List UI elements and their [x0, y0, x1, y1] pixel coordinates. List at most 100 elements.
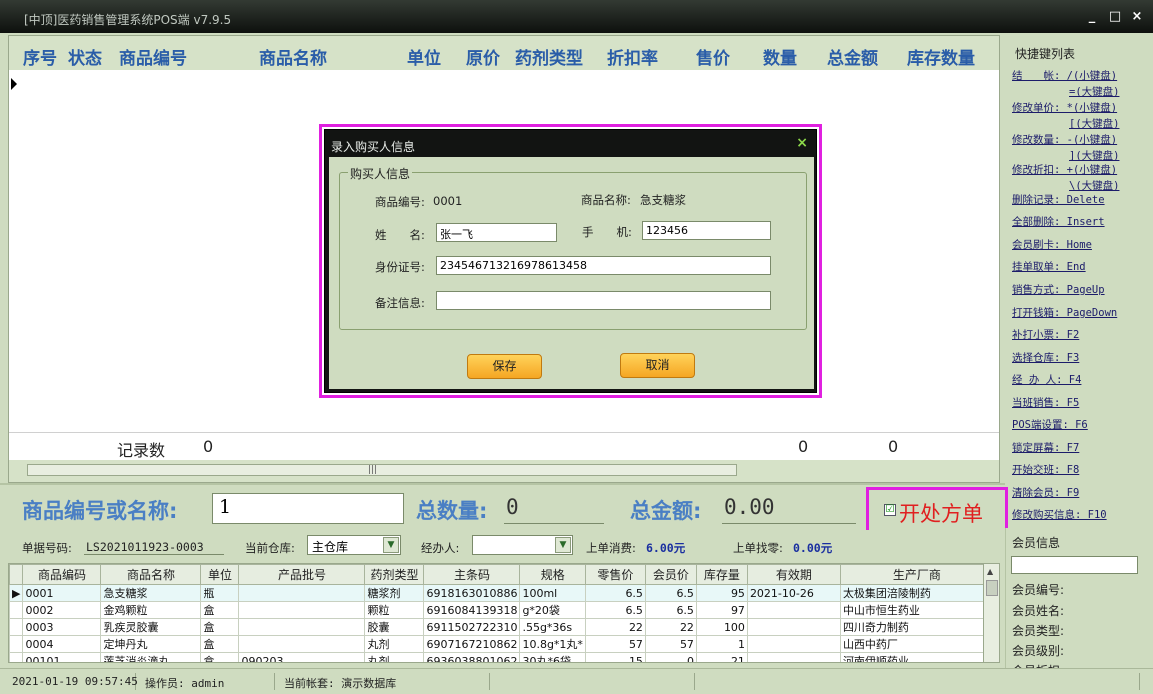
last-change-label: 上单找零:	[733, 541, 783, 555]
cell-name: 急支糖浆	[100, 584, 202, 602]
scroll-up-icon[interactable]: ▲	[987, 567, 993, 576]
table-header-cell[interactable]: 会员价	[644, 564, 697, 585]
col-stock[interactable]: 库存数量	[907, 44, 975, 69]
cell-stock: 21	[695, 652, 748, 662]
product-name-value: 急支糖浆	[640, 193, 686, 207]
buyer-name-input[interactable]: 张一飞	[436, 223, 557, 242]
col-qty[interactable]: 数量	[763, 44, 797, 69]
shortcut-handler[interactable]: 经 办 人: F4	[1012, 372, 1081, 387]
horizontal-scrollbar[interactable]: |||	[9, 460, 999, 482]
shortcut-edit-qty-alt[interactable]: ](大键盘)	[1069, 148, 1119, 163]
col-dose-type[interactable]: 药剂类型	[515, 44, 583, 69]
shortcut-delete-all[interactable]: 全部删除: Insert	[1012, 214, 1105, 229]
col-seq[interactable]: 序号	[23, 44, 57, 69]
status-empty-2	[700, 673, 1140, 690]
checkbox-checked-icon[interactable]: ☑	[884, 504, 896, 516]
scroll-grip-icon[interactable]: |||	[368, 465, 377, 475]
col-name[interactable]: 商品名称	[259, 44, 327, 69]
table-header-cell[interactable]: 产品批号	[238, 564, 366, 585]
table-header-cell[interactable]: 商品名称	[100, 564, 202, 585]
shortcut-member-card[interactable]: 会员刷卡: Home	[1012, 237, 1092, 252]
phone-input[interactable]: 123456	[642, 221, 771, 240]
status-account: 当前帐套: 演示数据库	[280, 673, 490, 690]
table-row[interactable]: 0002 金鸡颗粒 盒 颗粒 6916084139318 g*20袋 6.5 6…	[9, 601, 994, 619]
id-number-input[interactable]: 234546713216978613458	[436, 256, 771, 275]
shortcut-edit-qty[interactable]: 修改数量: -(小键盘)	[1012, 132, 1117, 147]
shortcut-checkout[interactable]: 结 帐: /(小键盘)	[1012, 68, 1117, 83]
col-discount[interactable]: 折扣率	[607, 44, 658, 69]
table-header-cell[interactable]: 规格	[519, 564, 586, 585]
maximize-button[interactable]: □	[1107, 9, 1123, 24]
input-bar: 商品编号或名称: 1 总数量: 0 总金额: 0.00	[0, 483, 1005, 529]
shortcut-lock-screen[interactable]: 锁定屏幕: F7	[1012, 440, 1079, 455]
col-unit[interactable]: 单位	[407, 44, 441, 69]
shortcut-edit-price[interactable]: 修改单价: *(小键盘)	[1012, 100, 1117, 115]
close-window-button[interactable]: ×	[1129, 9, 1145, 24]
shortcut-shift-sales[interactable]: 当班销售: F5	[1012, 395, 1079, 410]
cell-expiry: 2021-10-26	[746, 584, 841, 602]
chevron-down-icon[interactable]: ▼	[555, 537, 571, 553]
handler-select[interactable]: ▼	[472, 535, 573, 555]
group-title: 购买人信息	[348, 165, 413, 182]
table-row[interactable]: 0003 乳疾灵胶囊 盒 胶囊 6911502722310 .55g*36s 2…	[9, 618, 994, 636]
member-level-label: 会员级别:	[1012, 644, 1065, 658]
warehouse-select[interactable]: 主仓库 ▼	[307, 535, 401, 555]
shortcut-title: 快捷键列表	[1015, 47, 1076, 61]
cancel-button[interactable]: 取消	[620, 353, 695, 378]
table-header-cell[interactable]: 库存量	[695, 564, 748, 585]
note-input[interactable]	[436, 291, 771, 310]
shortcut-checkout-alt[interactable]: =(大键盘)	[1069, 84, 1119, 99]
shortcut-hold-order[interactable]: 挂单取单: End	[1012, 259, 1086, 274]
shortcut-clear-member[interactable]: 清除会员: F9	[1012, 485, 1079, 500]
scroll-track[interactable]: |||	[27, 464, 737, 476]
cell-retail-price: 15	[584, 652, 646, 662]
table-row[interactable]: 00101 莲芝消炎滴丸 盒 090203 丸剂 6936038801062 3…	[9, 652, 994, 662]
save-button[interactable]: 保存	[467, 354, 542, 379]
table-row[interactable]: ▶ 0001 急支糖浆 瓶 糖浆剂 6918163010886 100ml 6.…	[9, 584, 994, 602]
table-row[interactable]: 0004 定坤丹丸 盒 丸剂 6907167210862 10.8g*1丸* 5…	[9, 635, 994, 653]
cell-member-price: 0	[644, 652, 697, 662]
chevron-down-icon[interactable]: ▼	[383, 537, 399, 553]
product-code-input[interactable]: 1	[212, 493, 404, 524]
total-amount-label: 总金额:	[630, 499, 702, 523]
col-orig-price[interactable]: 原价	[466, 44, 500, 69]
table-header-cell[interactable]: 生产厂商	[839, 564, 994, 585]
member-card-input[interactable]	[1011, 556, 1138, 574]
cell-code: 00101	[22, 652, 102, 662]
table-header-cell[interactable]: 主条码	[423, 564, 521, 585]
table-header-cell[interactable]: 有效期	[746, 564, 841, 585]
col-price[interactable]: 售价	[696, 44, 730, 69]
shortcut-edit-discount-alt[interactable]: \(大键盘)	[1069, 178, 1119, 193]
shortcut-edit-price-alt[interactable]: [(大键盘)	[1069, 116, 1119, 131]
shortcut-edit-discount[interactable]: 修改折扣: +(小键盘)	[1012, 162, 1117, 177]
col-total[interactable]: 总金额	[827, 44, 878, 69]
status-bar: 2021-01-19 09:57:45 操作员: admin 当前帐套: 演示数…	[0, 668, 1153, 694]
total-amount-value: 0.00	[724, 495, 775, 519]
table-header-cell[interactable]: 单位	[200, 564, 240, 585]
col-code[interactable]: 商品编号	[119, 44, 187, 69]
shortcut-delete[interactable]: 删除记录: Delete	[1012, 192, 1105, 207]
table-header-cell[interactable]: 商品编码	[22, 564, 102, 585]
shortcut-open-drawer[interactable]: 打开钱箱: PageDown	[1012, 305, 1117, 320]
table-header-cell[interactable]: 药剂类型	[364, 564, 425, 585]
close-icon[interactable]: ×	[796, 135, 808, 151]
table-header-cell[interactable]: 零售价	[584, 564, 646, 585]
col-status[interactable]: 状态	[68, 44, 102, 69]
shortcut-reprint[interactable]: 补打小票: F2	[1012, 327, 1079, 342]
product-table[interactable]: 商品编码 商品名称 单位 产品批号 药剂类型 主条码 规格 零售价 会员价 库存…	[8, 563, 1000, 663]
title-bar: [中顶]医药销售管理系统POS端 v7.9.5 _ □ ×	[0, 0, 1153, 33]
cell-maker: 河南伊顺药业	[839, 652, 994, 662]
scroll-thumb[interactable]	[986, 580, 998, 596]
shortcut-edit-buyer[interactable]: 修改购买信息: F10	[1012, 507, 1107, 522]
prescription-label[interactable]: 开处方单	[899, 498, 983, 528]
prescription-toggle[interactable]: ☑ 开处方单	[866, 487, 1008, 535]
cell-unit: 盒	[200, 618, 240, 636]
status-operator: 操作员: admin	[141, 673, 275, 690]
vertical-scrollbar[interactable]: ▲	[983, 564, 999, 662]
shortcut-sale-mode[interactable]: 销售方式: PageUp	[1012, 282, 1105, 297]
warehouse-value: 主仓库	[312, 540, 349, 554]
shortcut-handover[interactable]: 开始交班: F8	[1012, 462, 1079, 477]
shortcut-warehouse[interactable]: 选择仓库: F3	[1012, 350, 1079, 365]
shortcut-pos-settings[interactable]: POS端设置: F6	[1012, 417, 1088, 432]
minimize-button[interactable]: _	[1084, 9, 1100, 24]
